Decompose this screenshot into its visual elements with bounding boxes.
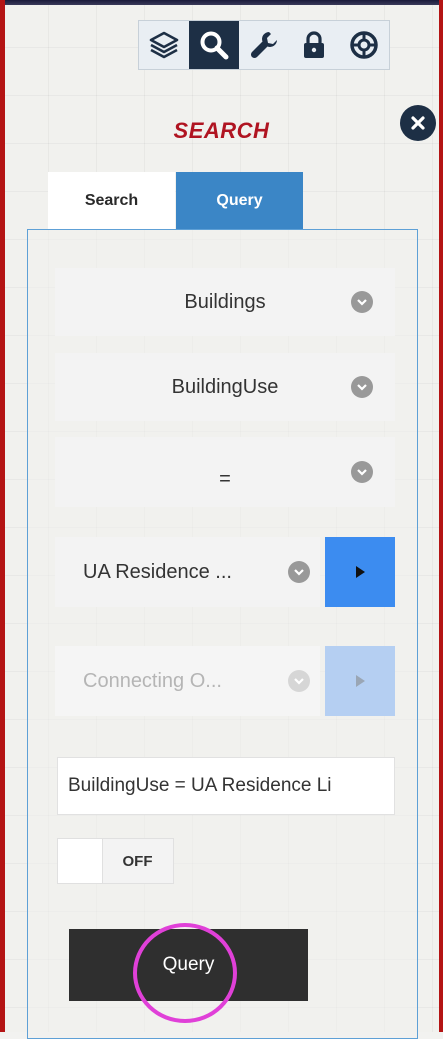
search-tool-button[interactable] [189, 21, 239, 69]
toggle-knob [58, 839, 103, 883]
main-toolbar [138, 20, 390, 70]
chevron-down-icon [351, 461, 373, 483]
add-value-button[interactable] [325, 537, 395, 607]
tools-button[interactable] [239, 21, 289, 69]
value-select[interactable]: UA Residence ... [55, 537, 320, 607]
query-expression-field[interactable]: BuildingUse = UA Residence Li [57, 757, 395, 815]
panel-title: SEARCH [173, 118, 270, 143]
layer-select[interactable]: Buildings [55, 268, 395, 336]
search-icon [200, 31, 229, 60]
play-icon [356, 566, 365, 578]
value-row: UA Residence ... [55, 537, 395, 607]
chevron-down-icon [351, 291, 373, 313]
add-connector-button[interactable] [325, 646, 395, 716]
field-select-value: BuildingUse [171, 375, 279, 398]
wrench-icon [250, 32, 277, 59]
query-toggle[interactable]: OFF [57, 838, 174, 884]
lock-icon [304, 31, 324, 58]
connector-row: Connecting O... [55, 646, 395, 716]
window-top-border [0, 0, 443, 5]
layers-icon [149, 31, 179, 59]
lifebuoy-icon [350, 31, 378, 59]
lock-button[interactable] [289, 21, 339, 69]
panel-right-border [439, 0, 443, 1032]
layers-button[interactable] [139, 21, 189, 69]
tab-search[interactable]: Search [48, 172, 175, 230]
chevron-down-icon [288, 670, 310, 692]
query-panel-body [27, 229, 418, 1039]
play-icon [356, 675, 365, 687]
toggle-state-label: OFF [122, 852, 153, 870]
connector-select-placeholder: Connecting O... [83, 669, 222, 692]
field-select[interactable]: BuildingUse [55, 353, 395, 421]
operator-select-value: = [219, 467, 231, 490]
query-submit-button[interactable]: Query [69, 929, 308, 1001]
operator-select[interactable]: = [55, 437, 395, 507]
help-button[interactable] [339, 21, 389, 69]
panel-left-border [0, 0, 5, 1032]
tab-query[interactable]: Query [176, 172, 303, 230]
connector-select[interactable]: Connecting O... [55, 646, 320, 716]
value-select-value: UA Residence ... [83, 560, 232, 583]
chevron-down-icon [351, 376, 373, 398]
layer-select-value: Buildings [184, 290, 266, 313]
chevron-down-icon [288, 561, 310, 583]
